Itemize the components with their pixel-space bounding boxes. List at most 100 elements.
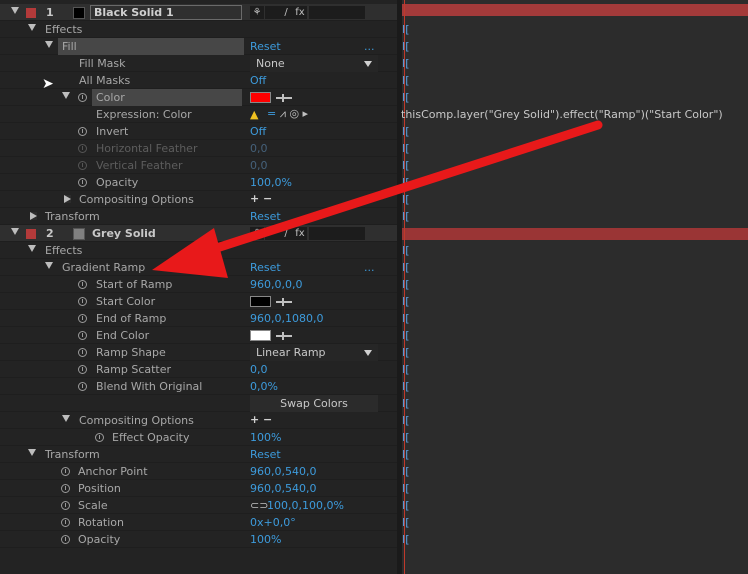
effects-switch-icon[interactable]: fx bbox=[293, 6, 307, 19]
quality-switch-icon[interactable]: / bbox=[279, 227, 293, 240]
stopwatch-icon[interactable] bbox=[78, 280, 87, 289]
link-icon[interactable]: ⊂⊃ bbox=[250, 499, 268, 512]
effects-row-1[interactable]: Effects bbox=[0, 21, 397, 38]
twirl-down-icon[interactable] bbox=[62, 92, 70, 99]
layer-2-duration-bar[interactable] bbox=[402, 228, 748, 240]
eyedropper-icon[interactable] bbox=[276, 298, 292, 306]
ramp-scatter-value[interactable]: 0,0 bbox=[250, 363, 268, 376]
language-menu-icon[interactable]: ▸ bbox=[303, 107, 309, 120]
layer-1-twirl-icon[interactable] bbox=[11, 7, 19, 14]
fill-about-link[interactable]: ... bbox=[364, 40, 375, 53]
anchor-point-value[interactable]: 960,0,540,0 bbox=[250, 465, 316, 478]
graph-icon[interactable]: ⩘ bbox=[280, 107, 286, 120]
transform-reset-link[interactable]: Reset bbox=[250, 448, 281, 461]
add-remove-mask-buttons[interactable]: + − bbox=[250, 413, 272, 426]
stopwatch-icon[interactable] bbox=[78, 331, 87, 340]
fill-mask-dropdown[interactable]: None bbox=[250, 55, 378, 72]
gradient-about-link[interactable]: ... bbox=[364, 261, 375, 274]
twirl-right-icon[interactable] bbox=[64, 195, 71, 203]
3d-switch-icon[interactable] bbox=[351, 227, 365, 240]
swap-colors-button[interactable]: Swap Colors bbox=[250, 395, 378, 412]
invert-value[interactable]: Off bbox=[250, 125, 266, 138]
ramp-shape-dropdown[interactable]: Linear Ramp bbox=[250, 344, 378, 361]
layer-row-2[interactable]: 2 Grey Solid ⚘ / fx bbox=[0, 225, 397, 242]
twirl-right-icon[interactable] bbox=[30, 212, 37, 220]
stopwatch-icon[interactable] bbox=[61, 535, 70, 544]
position-value[interactable]: 960,0,540,0 bbox=[250, 482, 316, 495]
compositing-options-row-1[interactable]: Compositing Options + − bbox=[0, 191, 397, 208]
stopwatch-icon[interactable] bbox=[61, 484, 70, 493]
stopwatch-icon[interactable] bbox=[61, 467, 70, 476]
opacity-value[interactable]: 100,0% bbox=[250, 176, 292, 189]
stopwatch-icon[interactable] bbox=[78, 93, 87, 102]
gradient-ramp-row[interactable]: Gradient Ramp Reset ... bbox=[0, 259, 397, 276]
frame-blend-switch-icon[interactable] bbox=[309, 227, 323, 240]
layer-1-name[interactable]: Black Solid 1 bbox=[90, 5, 242, 20]
stopwatch-icon[interactable] bbox=[78, 127, 87, 136]
stopwatch-icon[interactable] bbox=[78, 297, 87, 306]
shy-switch-icon[interactable]: ⚘ bbox=[250, 6, 264, 19]
add-remove-mask-buttons[interactable]: + − bbox=[250, 192, 272, 205]
motion-blur-switch-icon[interactable] bbox=[323, 227, 337, 240]
stopwatch-icon[interactable] bbox=[78, 365, 87, 374]
transform-row-2[interactable]: Transform Reset bbox=[0, 446, 397, 463]
twirl-down-icon[interactable] bbox=[28, 24, 36, 31]
gradient-reset-link[interactable]: Reset bbox=[250, 261, 281, 274]
stopwatch-icon[interactable] bbox=[78, 314, 87, 323]
collapse-switch-icon[interactable] bbox=[265, 227, 279, 240]
blend-with-original-value[interactable]: 0,0% bbox=[250, 380, 278, 393]
layer-2-name[interactable]: Grey Solid bbox=[92, 227, 156, 240]
stopwatch-icon[interactable] bbox=[78, 348, 87, 357]
fill-effect-label[interactable]: Fill bbox=[58, 38, 244, 55]
timeline-panel[interactable] bbox=[402, 0, 748, 574]
stopwatch-icon[interactable] bbox=[78, 382, 87, 391]
compositing-options-row-2[interactable]: Compositing Options + − bbox=[0, 412, 397, 429]
effects-row-2[interactable]: Effects bbox=[0, 242, 397, 259]
twirl-down-icon[interactable] bbox=[28, 245, 36, 252]
rotation-value[interactable]: 0x+0,0° bbox=[250, 516, 296, 529]
twirl-down-icon[interactable] bbox=[62, 415, 70, 422]
layer-1-label-color[interactable] bbox=[26, 8, 36, 18]
layer-1-duration-bar[interactable] bbox=[402, 4, 748, 16]
effects-switch-icon[interactable]: fx bbox=[293, 227, 307, 240]
twirl-down-icon[interactable] bbox=[28, 449, 36, 456]
motion-blur-switch-icon[interactable] bbox=[323, 6, 337, 19]
effect-opacity-value[interactable]: 100% bbox=[250, 431, 281, 444]
transform-row-1[interactable]: Transform Reset bbox=[0, 208, 397, 225]
warning-icon[interactable]: ▲ bbox=[250, 108, 258, 121]
layer-2-twirl-icon[interactable] bbox=[11, 228, 19, 235]
transform-reset-link[interactable]: Reset bbox=[250, 210, 281, 223]
eyedropper-icon[interactable] bbox=[276, 94, 292, 102]
frame-blend-switch-icon[interactable] bbox=[309, 6, 323, 19]
enable-expression-icon[interactable]: = bbox=[267, 107, 276, 120]
layer-row-1[interactable]: 1 Black Solid 1 ⚘ / fx bbox=[0, 4, 397, 21]
opacity-value[interactable]: 100% bbox=[250, 533, 281, 546]
stopwatch-icon[interactable] bbox=[78, 178, 87, 187]
shy-switch-icon[interactable]: ⚘ bbox=[250, 227, 264, 240]
quality-switch-icon[interactable]: / bbox=[279, 6, 293, 19]
twirl-down-icon[interactable] bbox=[45, 41, 53, 48]
color-row[interactable]: Color bbox=[0, 89, 397, 106]
start-of-ramp-value[interactable]: 960,0,0,0 bbox=[250, 278, 302, 291]
collapse-switch-icon[interactable] bbox=[265, 6, 279, 19]
twirl-down-icon[interactable] bbox=[45, 262, 53, 269]
end-color-swatch[interactable] bbox=[250, 330, 271, 341]
stopwatch-icon[interactable] bbox=[61, 501, 70, 510]
pickwhip-icon[interactable]: ◎ bbox=[289, 107, 299, 120]
fill-effect-row[interactable]: Fill Reset ... bbox=[0, 38, 397, 55]
end-of-ramp-value[interactable]: 960,0,1080,0 bbox=[250, 312, 323, 325]
stopwatch-icon[interactable] bbox=[95, 433, 104, 442]
stopwatch-icon[interactable] bbox=[61, 518, 70, 527]
color-swatch[interactable] bbox=[250, 92, 271, 103]
fill-reset-link[interactable]: Reset bbox=[250, 40, 281, 53]
expression-text-field[interactable]: thisComp.layer("Grey Solid").effect("Ram… bbox=[401, 108, 723, 121]
gradient-ramp-label[interactable]: Gradient Ramp bbox=[62, 261, 145, 274]
adjustment-switch-icon[interactable] bbox=[337, 6, 351, 19]
adjustment-switch-icon[interactable] bbox=[337, 227, 351, 240]
layer-2-label-color[interactable] bbox=[26, 229, 36, 239]
scale-value[interactable]: 100,0,100,0% bbox=[267, 499, 344, 512]
start-color-swatch[interactable] bbox=[250, 296, 271, 307]
all-masks-value[interactable]: Off bbox=[250, 74, 266, 87]
3d-switch-icon[interactable] bbox=[351, 6, 365, 19]
color-label[interactable]: Color bbox=[92, 89, 242, 106]
